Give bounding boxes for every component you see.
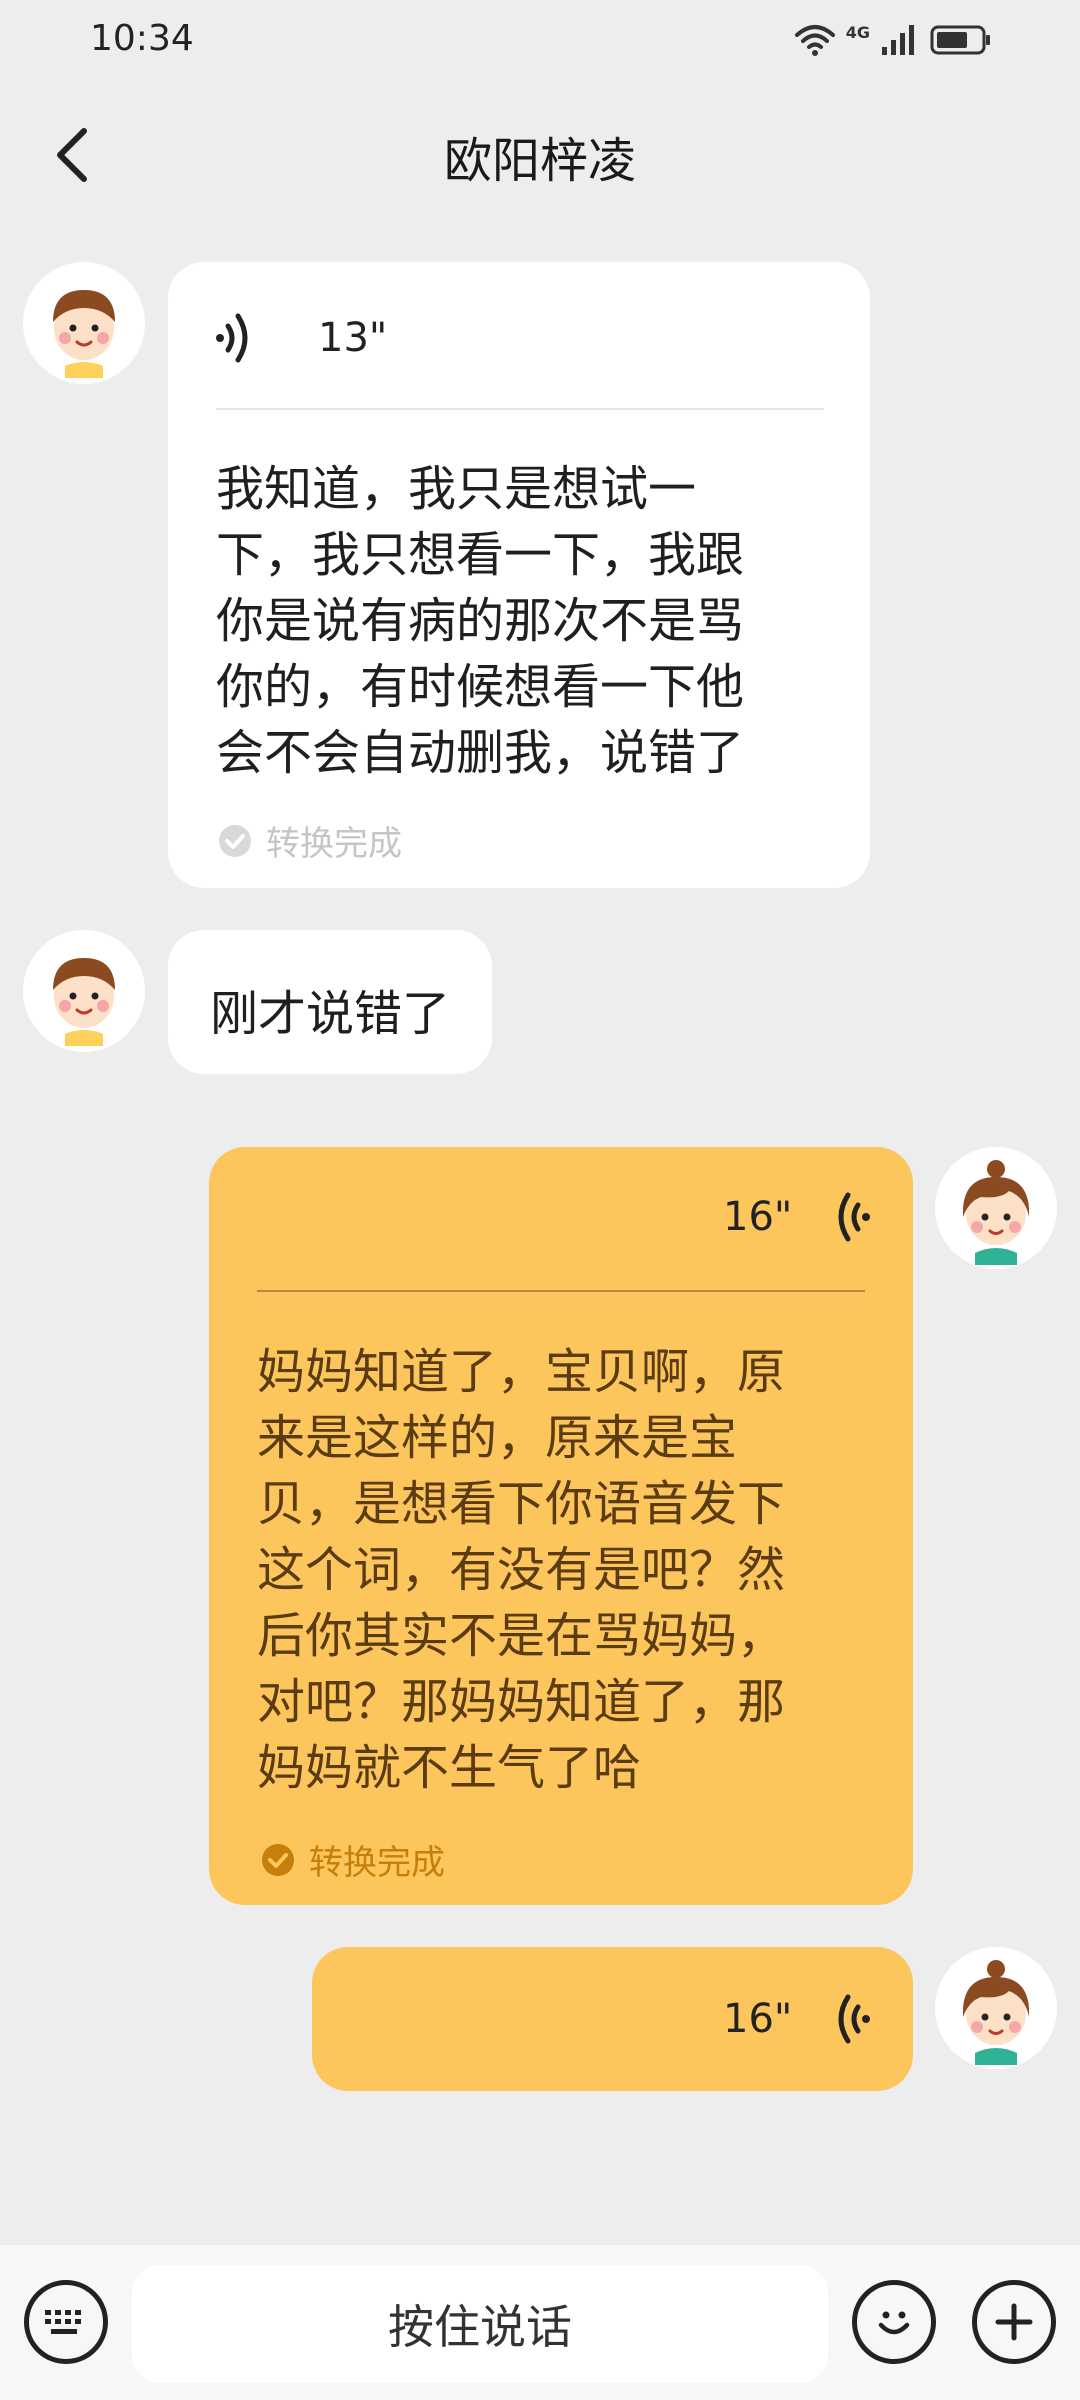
message-bubble-text[interactable]: 刚才说错了: [168, 930, 492, 1074]
transcript-line: 妈妈就不生气了哈: [257, 1740, 642, 1796]
status-time: 10:34: [90, 18, 194, 59]
wifi-icon: [794, 25, 835, 56]
voice-wave-icon: [216, 313, 248, 363]
battery-icon: [930, 25, 990, 55]
boy-avatar-icon: [23, 930, 145, 1052]
voice-duration: 13": [318, 315, 388, 361]
my-avatar[interactable]: [935, 1947, 1057, 2069]
voice-transcript: 妈妈知道了，宝贝啊，原 来是这样的，原来是宝 贝，是想看下你语音发下 这个词，有…: [257, 1339, 785, 1801]
divider: [257, 1290, 865, 1292]
network-type: 4G: [845, 22, 870, 42]
hold-to-talk-button[interactable]: 按住说话: [132, 2265, 828, 2383]
voice-play-row[interactable]: 13": [214, 310, 387, 366]
signal-icon: [882, 25, 914, 55]
input-bar: 按住说话: [0, 2245, 1080, 2400]
transcript-line: 你的，有时候想看一下他: [216, 659, 745, 715]
girl-avatar-icon: [935, 1947, 1057, 2069]
boy-avatar-icon: [23, 262, 145, 384]
voice-duration: 16": [723, 1194, 793, 1240]
plus-icon: [995, 2303, 1033, 2341]
more-options-button[interactable]: [972, 2280, 1056, 2364]
my-avatar[interactable]: [935, 1147, 1057, 1269]
transcript-line: 下，我只想看一下，我跟: [216, 527, 745, 583]
voice-transcript: 我知道，我只是想试一 下，我只想看一下，我跟 你是说有病的那次不是骂 你的，有时…: [216, 456, 744, 786]
transcript-line: 会不会自动删我，说错了: [216, 725, 745, 781]
contact-avatar[interactable]: [23, 930, 145, 1052]
message-bubble-voice[interactable]: 13" 我知道，我只是想试一 下，我只想看一下，我跟 你是说有病的那次不是骂 你…: [168, 262, 870, 888]
contact-avatar[interactable]: [23, 262, 145, 384]
voice-play-row[interactable]: 16": [723, 1189, 872, 1245]
voice-duration: 16": [723, 1996, 793, 2042]
transcript-line: 对吧？那妈妈知道了，那: [257, 1674, 786, 1730]
voice-play-row[interactable]: 16": [723, 1991, 872, 2047]
keyboard-icon: [45, 2310, 81, 2334]
smiley-icon: [878, 2311, 910, 2335]
transcript-line: 妈妈知道了，宝贝啊，原: [257, 1344, 786, 1400]
transcript-line: 你是说有病的那次不是骂: [216, 593, 745, 649]
conversion-status-text: 转换完成: [266, 824, 402, 864]
conversion-status: 转换完成: [261, 1835, 445, 1884]
transcript-line: 来是这样的，原来是宝: [257, 1410, 738, 1466]
keyboard-toggle-button[interactable]: [24, 2280, 108, 2364]
page-title: 欧阳梓凌: [443, 133, 636, 189]
transcript-line: 后你其实不是在骂妈妈，: [257, 1608, 786, 1664]
message-bubble-voice[interactable]: 16": [312, 1947, 913, 2091]
voice-wave-icon: [838, 1994, 871, 2044]
transcript-line: 我知道，我只是想试一: [216, 461, 697, 517]
message-bubble-voice[interactable]: 16" 妈妈知道了，宝贝啊，原 来是这样的，原来是宝 贝，是想看下你语音发下 这…: [209, 1147, 913, 1905]
transcript-line: 这个词，有没有是吧？然: [257, 1542, 786, 1598]
emoji-button[interactable]: [852, 2280, 936, 2364]
status-icons: 4G: [794, 22, 992, 58]
transcript-line: 贝，是想看下你语音发下: [257, 1476, 786, 1532]
chat-header: 欧阳梓凌: [0, 95, 1080, 215]
divider: [216, 408, 824, 410]
girl-avatar-icon: [935, 1147, 1057, 1269]
check-circle-icon: [262, 1843, 294, 1876]
check-circle-icon: [219, 824, 251, 857]
conversion-status: 转换完成: [218, 816, 402, 865]
conversion-status-text: 转换完成: [309, 1843, 445, 1883]
status-bar: 10:34 4G: [0, 0, 1080, 80]
message-text: 刚才说错了: [210, 986, 451, 1042]
voice-wave-icon: [838, 1192, 871, 1242]
